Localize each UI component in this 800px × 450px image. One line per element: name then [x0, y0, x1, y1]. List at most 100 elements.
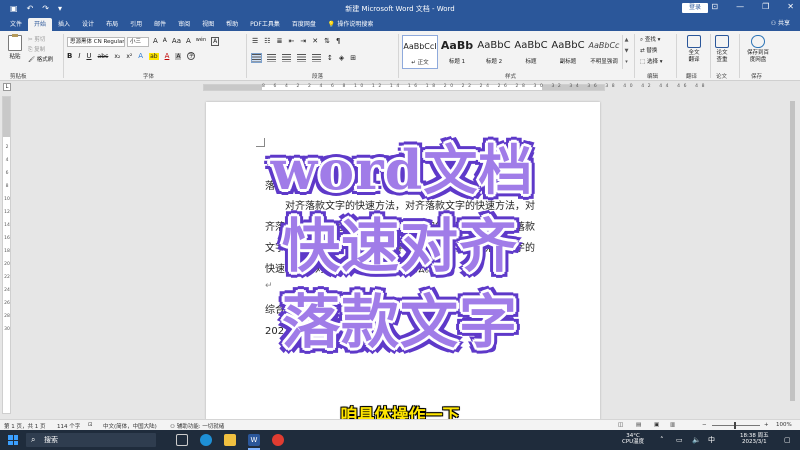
notification-icon[interactable]: ▢: [784, 433, 791, 447]
tab-layout[interactable]: 布局: [100, 18, 124, 31]
tab-view[interactable]: 视图: [196, 18, 220, 31]
proofing-icon[interactable]: ⊡: [88, 422, 93, 428]
tab-help[interactable]: 帮助: [220, 18, 244, 31]
line-spacing-icon[interactable]: ↕: [327, 54, 333, 62]
more-styles-icon[interactable]: ▾: [623, 57, 630, 68]
accessibility-status[interactable]: ⚇ 辅助功能: 一切就绪: [170, 422, 224, 430]
align-right-icon[interactable]: [282, 54, 291, 62]
style-title[interactable]: AaBbC 标题: [513, 35, 549, 69]
multilevel-list-icon[interactable]: ≣: [277, 37, 283, 45]
tab-design[interactable]: 设计: [76, 18, 100, 31]
decrease-indent-icon[interactable]: ⇤: [288, 37, 294, 45]
tab-baidu-netdisk[interactable]: 百度网盘: [286, 18, 322, 31]
ribbon-display-icon[interactable]: ⊡: [711, 2, 718, 11]
word-count[interactable]: 114 个字: [57, 422, 80, 430]
align-left-icon[interactable]: [251, 53, 262, 63]
subscript-button[interactable]: x₂: [114, 53, 120, 60]
format-painter-button[interactable]: 🖌 格式刷: [28, 55, 53, 65]
login-button[interactable]: 登录: [682, 3, 708, 13]
increase-indent-icon[interactable]: ⇥: [300, 37, 306, 45]
clock[interactable]: 18:38 周五 2023/3/1: [740, 433, 769, 445]
page-count[interactable]: 第 1 页，共 1 页: [4, 422, 46, 430]
paste-button[interactable]: 粘贴: [6, 34, 24, 60]
minimize-icon[interactable]: —: [736, 2, 744, 11]
zoom-slider-thumb[interactable]: [734, 422, 736, 429]
tray-chevron-icon[interactable]: ˄: [660, 433, 664, 447]
copy-button[interactable]: ⎘ 复制: [28, 45, 53, 55]
shading-bucket-icon[interactable]: ◈: [339, 54, 344, 62]
shrink-font-button[interactable]: A: [163, 37, 167, 46]
numbering-icon[interactable]: ☷: [264, 37, 270, 45]
strikethrough-button[interactable]: abc: [98, 53, 109, 60]
zoom-level[interactable]: 100%: [776, 422, 792, 428]
file-explorer-icon[interactable]: [224, 434, 236, 446]
restore-icon[interactable]: ❐: [762, 2, 769, 11]
distributed-icon[interactable]: [312, 54, 321, 62]
replace-button[interactable]: ⇄ 替换: [640, 46, 662, 57]
tab-pdf-tools[interactable]: PDF工具集: [244, 18, 286, 31]
focus-mode-icon[interactable]: ◫: [618, 422, 623, 428]
scroll-up-icon[interactable]: ▲: [623, 35, 630, 46]
tab-insert[interactable]: 插入: [52, 18, 76, 31]
highlight-button[interactable]: ab: [149, 52, 159, 60]
word-app-icon[interactable]: W: [248, 434, 260, 446]
style-subtle-emphasis[interactable]: AaBbCc 不明显强调: [586, 35, 622, 69]
video-app-icon[interactable]: [272, 434, 284, 446]
network-icon[interactable]: ▭: [676, 433, 683, 447]
tab-stop-selector[interactable]: L: [3, 83, 11, 91]
char-border-button[interactable]: A: [211, 37, 220, 46]
vertical-scrollbar[interactable]: [788, 93, 797, 419]
justify-icon[interactable]: [297, 54, 306, 62]
find-button[interactable]: ⌕ 查找 ▾: [640, 35, 662, 46]
close-icon[interactable]: ✕: [787, 2, 794, 11]
task-view-icon[interactable]: [176, 434, 188, 446]
volume-icon[interactable]: 🔈: [692, 433, 701, 447]
full-translate-button[interactable]: 全文翻译: [679, 35, 709, 64]
text-effects-icon[interactable]: A: [138, 52, 143, 60]
styles-scroll[interactable]: ▲ ▼ ▾: [622, 35, 630, 69]
sort-icon[interactable]: ⇅: [324, 37, 330, 45]
zoom-slider[interactable]: [712, 425, 760, 426]
weather-widget[interactable]: 34°C CPU温度: [622, 433, 644, 445]
align-center-icon[interactable]: [267, 54, 276, 62]
phonetic-guide-button[interactable]: wén: [196, 37, 206, 46]
italic-button[interactable]: I: [78, 52, 80, 60]
shading-icon[interactable]: A: [175, 52, 182, 60]
font-color-button[interactable]: A: [165, 52, 170, 60]
web-layout-icon[interactable]: ▥: [670, 422, 675, 428]
underline-button[interactable]: U: [86, 52, 91, 60]
tab-mailings[interactable]: 邮件: [148, 18, 172, 31]
style-normal[interactable]: AaBbCcI ↵ 正文: [402, 35, 438, 69]
print-layout-icon[interactable]: ▣: [654, 422, 659, 428]
taskbar-search[interactable]: ⌕ 搜索: [26, 433, 156, 447]
clear-format-button[interactable]: A: [186, 37, 191, 46]
bold-button[interactable]: B: [67, 52, 72, 60]
read-mode-icon[interactable]: ▤: [636, 422, 641, 428]
zoom-in-icon[interactable]: +: [764, 422, 769, 428]
share-button[interactable]: ⚇ 共享: [771, 18, 790, 27]
cut-button[interactable]: ✂ 剪切: [28, 35, 53, 45]
edge-browser-icon[interactable]: [200, 434, 212, 446]
tab-file[interactable]: 文件: [4, 18, 28, 31]
windows-start-icon[interactable]: [8, 435, 18, 445]
style-heading-2[interactable]: AaBbC 标题 2: [476, 35, 512, 69]
save-baidu-button[interactable]: 保存到百度网盘: [740, 35, 776, 64]
select-button[interactable]: ⬚ 选择 ▾: [640, 57, 662, 68]
scrollbar-thumb[interactable]: [790, 101, 795, 401]
tab-references[interactable]: 引用: [124, 18, 148, 31]
change-case-button[interactable]: Aa: [172, 37, 181, 46]
tab-home[interactable]: 开始: [28, 18, 53, 31]
style-subtitle[interactable]: AaBbC 副标题: [550, 35, 586, 69]
zoom-out-icon[interactable]: −: [702, 422, 707, 428]
ime-icon[interactable]: 中: [708, 433, 715, 447]
language-indicator[interactable]: 中文(简体，中国大陆): [103, 422, 157, 430]
show-marks-icon[interactable]: ¶: [336, 37, 340, 45]
tab-review[interactable]: 审阅: [172, 18, 196, 31]
superscript-button[interactable]: x²: [126, 53, 132, 60]
paper-check-button[interactable]: 论文查重: [707, 35, 737, 64]
bullets-icon[interactable]: ☰: [252, 37, 258, 45]
scroll-down-icon[interactable]: ▼: [623, 46, 630, 57]
font-size-select[interactable]: 小三: [127, 37, 149, 47]
borders-icon[interactable]: ⊞: [350, 54, 356, 62]
style-heading-1[interactable]: AaBb 标题 1: [439, 35, 475, 69]
